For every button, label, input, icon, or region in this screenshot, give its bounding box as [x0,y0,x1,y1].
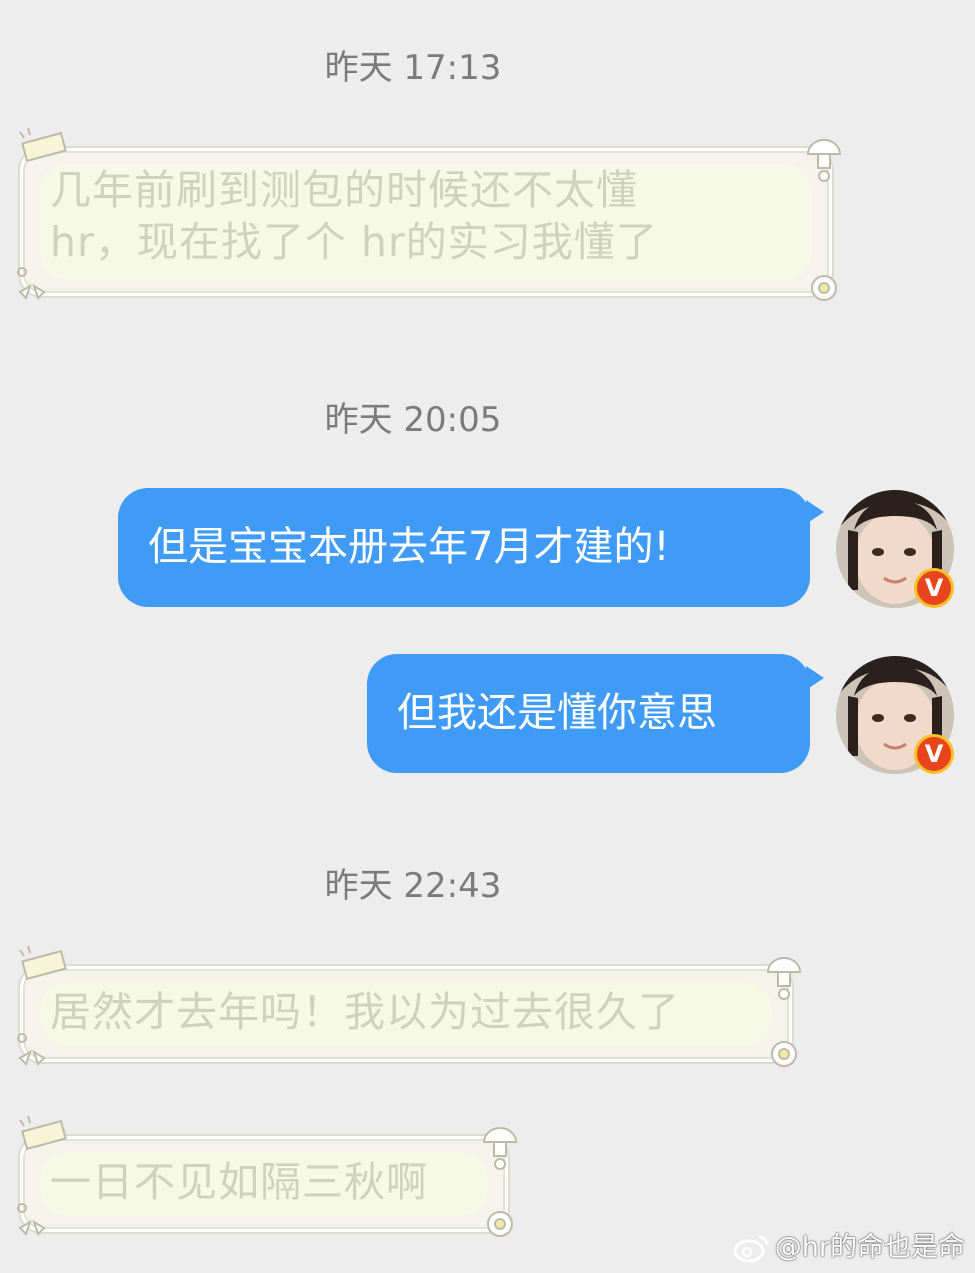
message-bubble: 但我还是懂你意思 [367,654,824,773]
mushroom-icon [482,1127,518,1170]
timestamp: 昨天 20:05 [324,400,502,440]
timestamp: 昨天 17:13 [324,48,502,88]
ribbon-icon [19,127,67,163]
outgoing-message[interactable]: 但是宝宝本册去年7月才建的! [118,488,938,608]
mushroom-icon [806,139,842,182]
message-text: 但我还是懂你意思 [397,690,717,736]
flower-icon [487,1211,513,1237]
incoming-message[interactable]: 居然才去年吗！我以为过去很久了 [17,945,802,1067]
weibo-icon [733,1235,769,1263]
message-text: 但是宝宝本册去年7月才建的! [148,524,670,570]
verified-badge: V [914,734,954,774]
flower-icon [811,275,837,301]
message-text: 几年前刷到测包的时候还不太懂 hr，现在找了个 hr的实习我懂了 [50,166,658,266]
incoming-message[interactable]: 一日不见如隔三秋啊 [17,1115,518,1237]
watermark-text: @hr的命也是命 [774,1232,965,1263]
mushroom-icon [766,957,802,1000]
incoming-message[interactable]: 几年前刷到测包的时候还不太懂 hr，现在找了个 hr的实习我懂了 [17,127,842,301]
verified-badge: V [914,568,954,608]
timestamp: 昨天 22:43 [324,866,502,906]
message-bubble: 但是宝宝本册去年7月才建的! [118,488,824,607]
bubble-tail [806,500,824,524]
watermark: @hr的命也是命 [733,1231,965,1265]
ribbon-icon [19,945,67,981]
message-text: 一日不见如隔三秋啊 [50,1158,428,1206]
message-text: 居然才去年吗！我以为过去很久了 [50,988,680,1036]
flower-icon [771,1041,797,1067]
bow-icon [17,267,46,300]
bubble-tail [806,666,824,690]
bow-icon [17,1203,46,1236]
bow-icon [17,1033,46,1066]
ribbon-icon [19,1115,67,1151]
